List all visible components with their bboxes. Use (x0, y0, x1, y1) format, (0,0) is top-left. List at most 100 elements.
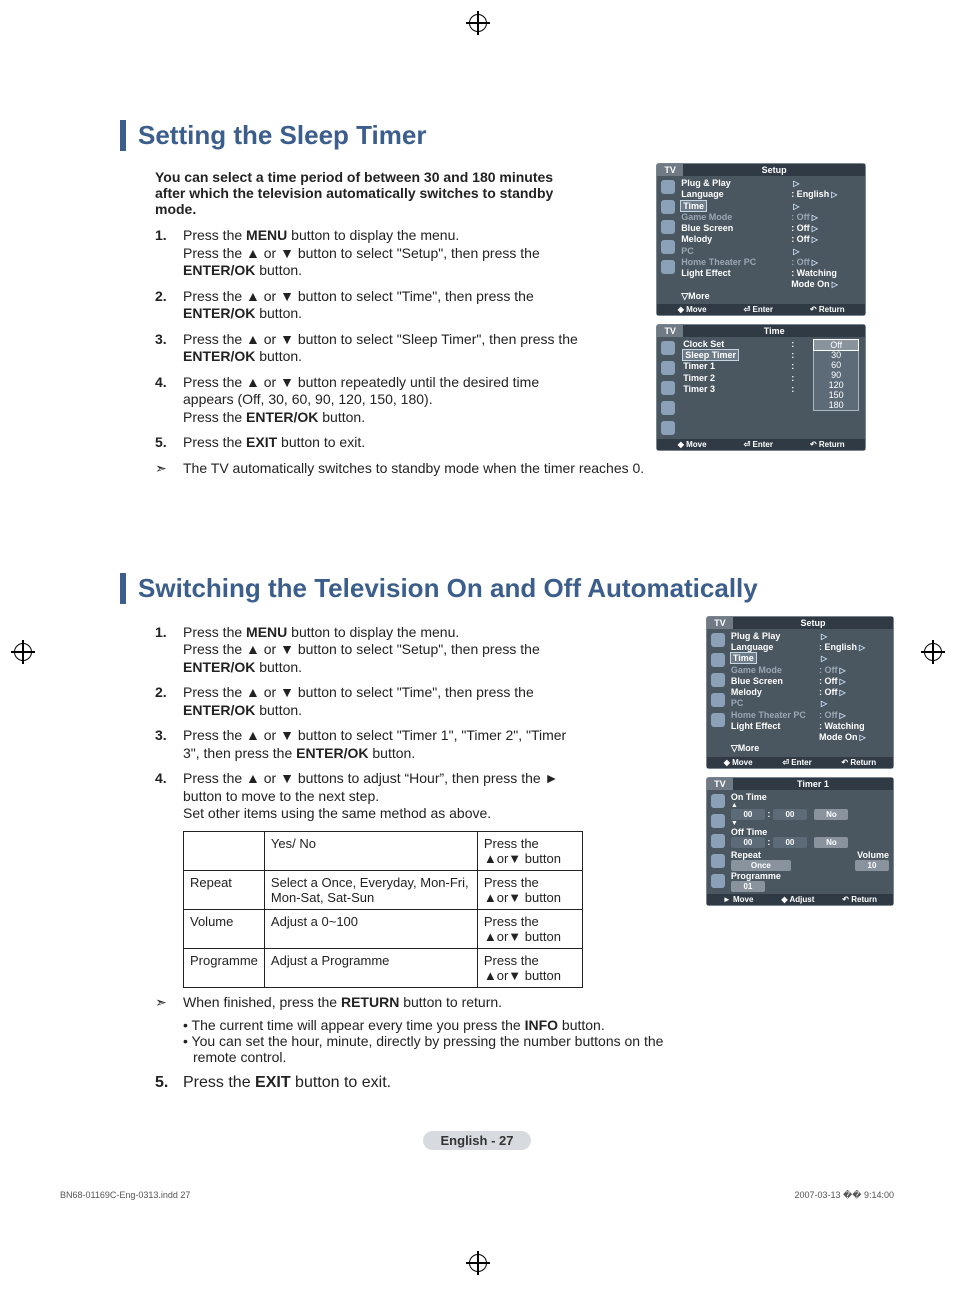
sleep-timer-option: 60 (814, 360, 858, 370)
osd-footer-hints: ► Move ◆ Adjust ↶ Return (707, 894, 893, 905)
osd-menu-item: Light Effect: Watching Mode On (681, 268, 861, 291)
table-cell: Press the ▲or▼ button (477, 909, 582, 948)
section2-note: ➣ When finished, press the RETURN button… (155, 994, 694, 1011)
sleep-timer-option: Off (814, 340, 858, 350)
osd-hint: ⏎ Enter (744, 305, 773, 314)
bullet-item: • You can set the hour, minute, directly… (183, 1033, 694, 1065)
volume-value: 10 (855, 860, 889, 871)
footer-right: 2007-03-13 �� 9:14:00 (794, 1190, 894, 1201)
off-time-enabled: No (814, 837, 848, 848)
note-icon: ➣ (155, 460, 183, 477)
section1-note: ➣ The TV automatically switches to stand… (155, 460, 644, 477)
repeat-value: Once (731, 860, 791, 871)
instruction-step: 3.Press the ▲ or ▼ button to select "Sle… (155, 331, 585, 366)
osd-setup-menu: TV Setup Plug & PlayLanguage: EnglishTim… (706, 616, 894, 769)
osd-category-icons (707, 629, 729, 757)
osd-menu-item: Blue Screen: Off (681, 223, 861, 234)
section2-steps: 1.Press the MENU button to display the m… (155, 624, 585, 823)
osd-footer-hints: ◆ Move ⏎ Enter ↶ Return (707, 757, 893, 768)
osd-category-icons (657, 337, 679, 439)
section2-title: Switching the Television On and Off Auto… (138, 573, 758, 604)
volume-label: Volume (857, 850, 889, 860)
sleep-timer-options: Off306090120150180 (813, 339, 859, 411)
osd-menu-item: Light Effect: Watching Mode On (731, 721, 889, 744)
instruction-step: 2.Press the ▲ or ▼ button to select "Tim… (155, 288, 585, 323)
osd-menu-item: Blue Screen: Off (731, 676, 889, 687)
section2-bullets: • The current time will appear every tim… (183, 1017, 694, 1065)
osd-hint: ↶ Return (841, 758, 876, 767)
osd-hint: ⏎ Enter (782, 758, 811, 767)
note-icon: ➣ (155, 994, 183, 1011)
osd-time-menu: TV Time Clock Set:Sleep Timer:Timer 1:Ti… (656, 324, 866, 451)
osd-menu-item: PC (681, 246, 861, 257)
instruction-step: 2.Press the ▲ or ▼ button to select "Tim… (155, 684, 585, 719)
instruction-step: 4.Press the ▲ or ▼ buttons to adjust “Ho… (155, 770, 585, 823)
table-cell: Press the ▲or▼ button (477, 870, 582, 909)
table-cell (184, 831, 265, 870)
section2-step5: 5. Press the EXIT button to exit. (155, 1073, 694, 1093)
section2-heading: Switching the Television On and Off Auto… (120, 573, 894, 604)
footer-left: BN68-01169C-Eng-0313.indd 27 (60, 1190, 190, 1201)
table-cell: Press the ▲or▼ button (477, 831, 582, 870)
table-cell: Adjust a 0~100 (264, 909, 477, 948)
osd-tv-label: TV (707, 617, 733, 629)
heading-accent-bar (120, 120, 126, 151)
osd-menu-item: ▽More (681, 291, 861, 302)
osd-menu-item: Time (681, 201, 861, 212)
sleep-timer-option: 180 (814, 400, 858, 410)
on-time-label: On Time (731, 792, 889, 802)
osd-menu-item: Home Theater PC: Off (681, 257, 861, 268)
off-time-hour: 00 (731, 837, 765, 848)
osd-footer-hints: ◆ Move ⏎ Enter ↶ Return (657, 304, 865, 315)
osd-setup-title: Setup (733, 617, 893, 629)
osd-tv-label: TV (657, 164, 683, 176)
osd-menu-item: Language: English (681, 189, 861, 200)
table-cell: Adjust a Programme (264, 948, 477, 987)
bullet-item: • The current time will appear every tim… (183, 1017, 694, 1033)
adjustment-table: Yes/ NoPress the ▲or▼ buttonRepeatSelect… (183, 831, 583, 988)
osd-menu-item: Plug & Play (681, 178, 861, 189)
osd-tv-label: TV (707, 778, 733, 790)
osd-setup-menu: TV Setup Plug & PlayLanguage: EnglishTim… (656, 163, 866, 316)
instruction-step: 1.Press the MENU button to display the m… (155, 624, 585, 677)
osd-time-title: Time (683, 325, 865, 337)
osd-hint: ◆ Move (678, 305, 707, 314)
repeat-label: Repeat (731, 850, 761, 860)
section1-heading: Setting the Sleep Timer (120, 120, 894, 151)
osd-category-icons (657, 176, 679, 304)
osd-hint: ↶ Return (842, 895, 877, 904)
osd-hint: ↶ Return (810, 305, 845, 314)
table-cell: Press the ▲or▼ button (477, 948, 582, 987)
sleep-timer-option: 30 (814, 350, 858, 360)
osd-hint: ◆ Move (724, 758, 753, 767)
osd-hint: ◆ Adjust (781, 895, 814, 904)
page-number: English - 27 (423, 1131, 532, 1150)
table-cell: Select a Once, Everyday, Mon-Fri, Mon-Sa… (264, 870, 477, 909)
osd-hint: ⏎ Enter (744, 440, 773, 449)
table-cell: Volume (184, 909, 265, 948)
on-time-hour: 00 (731, 809, 765, 820)
instruction-step: 5.Press the EXIT button to exit. (155, 434, 585, 452)
on-time-enabled: No (814, 809, 848, 820)
table-cell: Yes/ No (264, 831, 477, 870)
heading-accent-bar (120, 573, 126, 604)
programme-value: 01 (731, 881, 765, 892)
osd-menu-item: Plug & Play (731, 631, 889, 642)
table-cell: Repeat (184, 870, 265, 909)
osd-menu-item: Melody: Off (681, 234, 861, 245)
section1-title: Setting the Sleep Timer (138, 120, 426, 151)
osd-setup-title: Setup (683, 164, 865, 176)
osd-menu-item: Time (731, 653, 889, 664)
osd-menu-item: Game Mode: Off (681, 212, 861, 223)
instruction-step: 4.Press the ▲ or ▼ button repeatedly unt… (155, 374, 585, 427)
osd-menu-item: PC (731, 698, 889, 709)
osd-menu-item: Melody: Off (731, 687, 889, 698)
print-footer: BN68-01169C-Eng-0313.indd 27 2007-03-13 … (60, 1190, 894, 1201)
table-cell: Programme (184, 948, 265, 987)
osd-menu-item: Language: English (731, 642, 889, 653)
instruction-step: 1.Press the MENU button to display the m… (155, 227, 585, 280)
osd-hint: ► Move (723, 895, 754, 904)
osd-footer-hints: ◆ Move⏎ Enter↶ Return (657, 439, 865, 450)
osd-hint: ↶ Return (810, 440, 845, 449)
on-time-min: 00 (773, 809, 807, 820)
